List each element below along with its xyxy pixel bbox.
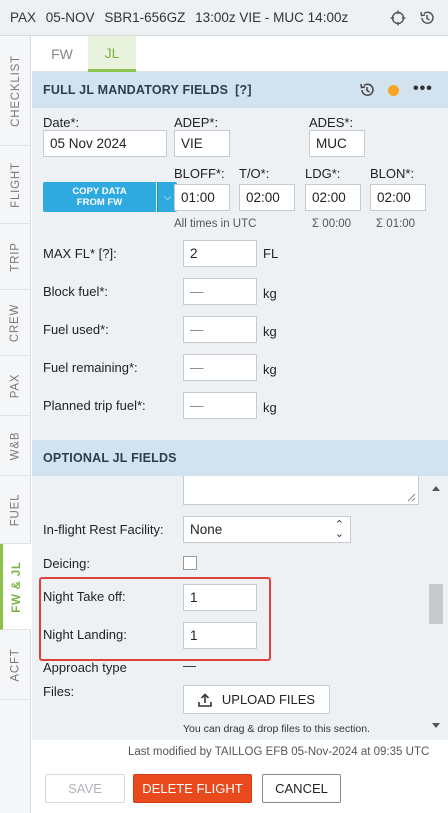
flight-route: 13:00z VIE - MUC 14:00z bbox=[195, 10, 349, 25]
ades-label: ADES*: bbox=[309, 115, 354, 130]
highlight-box bbox=[39, 577, 271, 661]
flight-number: SBR1-656GZ bbox=[104, 10, 186, 25]
select-updown-icon: ⌃ ⌄ bbox=[334, 518, 344, 540]
subtab-bar: FW JL bbox=[32, 36, 448, 72]
fuel-used-label: Fuel used*: bbox=[43, 322, 109, 337]
side-tab-crew[interactable]: CREW bbox=[0, 290, 31, 356]
fuel-used-unit: kg bbox=[263, 324, 277, 339]
main-panel: FW JL FULL JL MANDATORY FIELDS [?] ••• D… bbox=[32, 36, 448, 813]
scroll-down-arrow-icon[interactable] bbox=[432, 723, 440, 728]
scroll-up-arrow-icon[interactable] bbox=[432, 486, 440, 491]
date-input[interactable]: 05 Nov 2024 bbox=[43, 130, 167, 157]
block-fuel-input[interactable]: — bbox=[183, 278, 257, 305]
adep-label: ADEP*: bbox=[174, 115, 219, 130]
last-modified-text: Last modified by TAILLOG EFB 05-Nov-2024… bbox=[128, 746, 430, 758]
deicing-checkbox[interactable] bbox=[183, 556, 197, 570]
upload-files-button[interactable]: UPLOAD FILES bbox=[183, 685, 330, 714]
mandatory-fields-panel bbox=[32, 108, 448, 440]
takeoff-input[interactable]: 02:00 bbox=[239, 184, 295, 211]
mandatory-help-link[interactable]: [?] bbox=[235, 83, 252, 97]
side-tab-checklist[interactable]: CHECKLIST bbox=[0, 36, 31, 146]
cancel-button[interactable]: CANCEL bbox=[262, 774, 341, 803]
section-history-icon[interactable] bbox=[359, 82, 375, 98]
bloff-input[interactable]: 01:00 bbox=[174, 184, 230, 211]
optional-section-title: OPTIONAL JL FIELDS bbox=[43, 451, 177, 465]
copy-data-from-fw-button[interactable]: COPY DATA FROM FW bbox=[43, 182, 156, 212]
history-icon[interactable] bbox=[419, 10, 435, 26]
side-tab-wb[interactable]: W&B bbox=[0, 416, 31, 476]
planned-trip-fuel-label: Planned trip fuel*: bbox=[43, 398, 146, 413]
ades-input[interactable]: MUC bbox=[309, 130, 365, 157]
blon-input[interactable]: 02:00 bbox=[370, 184, 426, 211]
flight-date: 05-NOV bbox=[45, 10, 95, 25]
approach-type-value: — bbox=[183, 658, 196, 673]
flight-title: PAX 05-NOV SBR1-656GZ 13:00z VIE - MUC 1… bbox=[10, 10, 354, 25]
more-options-icon[interactable]: ••• bbox=[413, 80, 433, 98]
side-tab-trip[interactable]: TRIP bbox=[0, 224, 31, 290]
landing-input[interactable]: 02:00 bbox=[305, 184, 361, 211]
upload-icon bbox=[198, 692, 212, 707]
side-tab-bar: CHECKLIST FLIGHT TRIP CREW PAX W&B FUEL … bbox=[0, 36, 31, 813]
rest-facility-select[interactable]: None ⌃ ⌄ bbox=[183, 516, 351, 543]
block-fuel-label: Block fuel*: bbox=[43, 284, 109, 299]
max-fl-label: MAX FL* [?]: bbox=[43, 246, 117, 261]
remarks-textarea[interactable] bbox=[183, 476, 419, 505]
blon-label: BLON*: bbox=[370, 166, 415, 181]
max-fl-unit: FL bbox=[263, 246, 279, 261]
flight-type: PAX bbox=[10, 10, 37, 25]
scrollbar-thumb[interactable] bbox=[429, 584, 443, 624]
files-label: Files: bbox=[43, 684, 75, 699]
crosshair-icon[interactable] bbox=[390, 10, 406, 26]
resize-handle-icon[interactable] bbox=[407, 493, 416, 502]
flight-time-sum: Σ 01:00 bbox=[376, 218, 416, 230]
side-tab-flight[interactable]: FLIGHT bbox=[0, 146, 31, 224]
utc-note: All times in UTC bbox=[174, 218, 257, 230]
save-button[interactable]: SAVE bbox=[45, 774, 125, 803]
rest-facility-value: None bbox=[190, 522, 223, 537]
block-time-sum: Σ 00:00 bbox=[312, 218, 352, 230]
drop-hint: You can drag & drop files to this sectio… bbox=[183, 723, 370, 735]
flight-header: PAX 05-NOV SBR1-656GZ 13:00z VIE - MUC 1… bbox=[0, 0, 448, 36]
fuel-used-input[interactable]: — bbox=[183, 316, 257, 343]
status-dot-icon bbox=[388, 85, 399, 96]
block-fuel-unit: kg bbox=[263, 286, 277, 301]
planned-trip-fuel-unit: kg bbox=[263, 400, 277, 415]
bloff-label: BLOFF*: bbox=[174, 166, 225, 181]
mandatory-section-title: FULL JL MANDATORY FIELDS bbox=[43, 83, 229, 97]
fuel-remaining-unit: kg bbox=[263, 362, 277, 377]
takeoff-label: T/O*: bbox=[239, 166, 270, 181]
fuel-remaining-input[interactable]: — bbox=[183, 354, 257, 381]
optional-section-header: OPTIONAL JL FIELDS bbox=[32, 440, 448, 476]
deicing-label: Deicing: bbox=[43, 556, 90, 571]
side-tab-fw-jl[interactable]: FW & JL bbox=[0, 544, 31, 630]
landing-label: LDG*: bbox=[305, 166, 341, 181]
planned-trip-fuel-input[interactable]: — bbox=[183, 392, 257, 419]
tab-jl[interactable]: JL bbox=[88, 36, 136, 72]
side-tab-pax[interactable]: PAX bbox=[0, 356, 31, 416]
adep-input[interactable]: VIE bbox=[174, 130, 230, 157]
delete-flight-button[interactable]: DELETE FLIGHT bbox=[133, 774, 252, 803]
side-tab-acft[interactable]: ACFT bbox=[0, 630, 31, 700]
date-label: Date*: bbox=[43, 115, 80, 130]
fuel-remaining-label: Fuel remaining*: bbox=[43, 360, 138, 375]
rest-facility-label: In-flight Rest Facility: bbox=[43, 522, 164, 537]
approach-type-label: Approach type bbox=[43, 660, 127, 675]
mandatory-section-header: FULL JL MANDATORY FIELDS [?] ••• bbox=[32, 72, 448, 108]
max-fl-input[interactable]: 2 bbox=[183, 240, 257, 267]
tab-fw[interactable]: FW bbox=[38, 36, 86, 72]
side-tab-fuel[interactable]: FUEL bbox=[0, 476, 31, 544]
